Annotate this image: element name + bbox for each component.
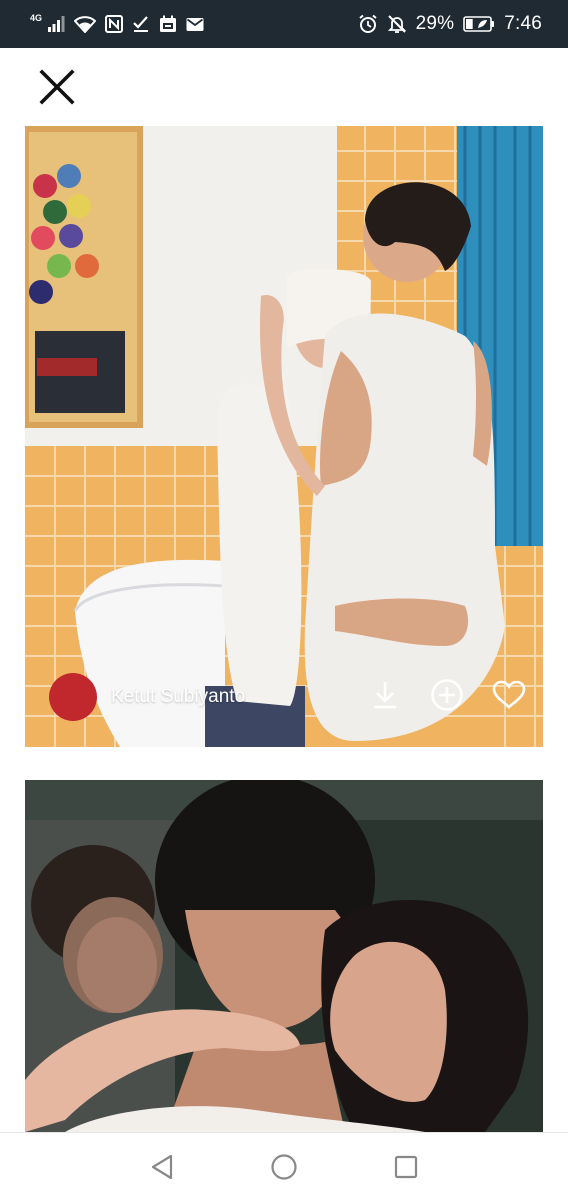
author-name[interactable]: Ketut Subiyanto (111, 686, 245, 708)
like-button[interactable] (487, 673, 531, 717)
signal-icon (47, 16, 65, 32)
navigation-bar (0, 1132, 568, 1200)
status-right-group: 29% 7:46 (358, 13, 542, 35)
status-left-group: 4G (30, 13, 204, 33)
close-icon (39, 69, 75, 105)
photo-actions (363, 673, 531, 717)
nfc-icon (105, 15, 124, 33)
home-icon (271, 1153, 297, 1180)
photo-card[interactable] (25, 780, 543, 1132)
clock-time: 7:46 (504, 13, 542, 34)
avatar[interactable] (49, 673, 97, 721)
status-bar: 4G 29% 7:46 (0, 0, 568, 48)
add-to-collection-button[interactable] (425, 673, 469, 717)
add-circle-icon (431, 679, 463, 711)
close-button[interactable] (32, 62, 82, 112)
calendar-icon (159, 15, 177, 33)
wifi-icon (74, 15, 97, 33)
top-bar (0, 48, 568, 126)
mute-icon (387, 14, 407, 34)
mail-icon (186, 17, 204, 32)
nav-home-button[interactable] (264, 1147, 304, 1187)
download-icon (374, 682, 396, 709)
nav-recents-button[interactable] (386, 1147, 426, 1187)
network-type-label: 4G (30, 13, 43, 23)
battery-icon (463, 16, 495, 32)
photo-overlay: Ketut Subiyanto (25, 647, 543, 747)
heart-icon (492, 680, 526, 709)
recents-icon (394, 1155, 418, 1178)
photo-image (25, 780, 543, 1132)
check-icon (132, 15, 150, 33)
download-button[interactable] (363, 673, 407, 717)
nav-back-button[interactable] (142, 1147, 182, 1187)
back-icon (151, 1154, 173, 1179)
battery-percent: 29% (415, 13, 455, 34)
alarm-icon (358, 14, 378, 34)
photo-card[interactable]: Ketut Subiyanto (25, 126, 543, 747)
